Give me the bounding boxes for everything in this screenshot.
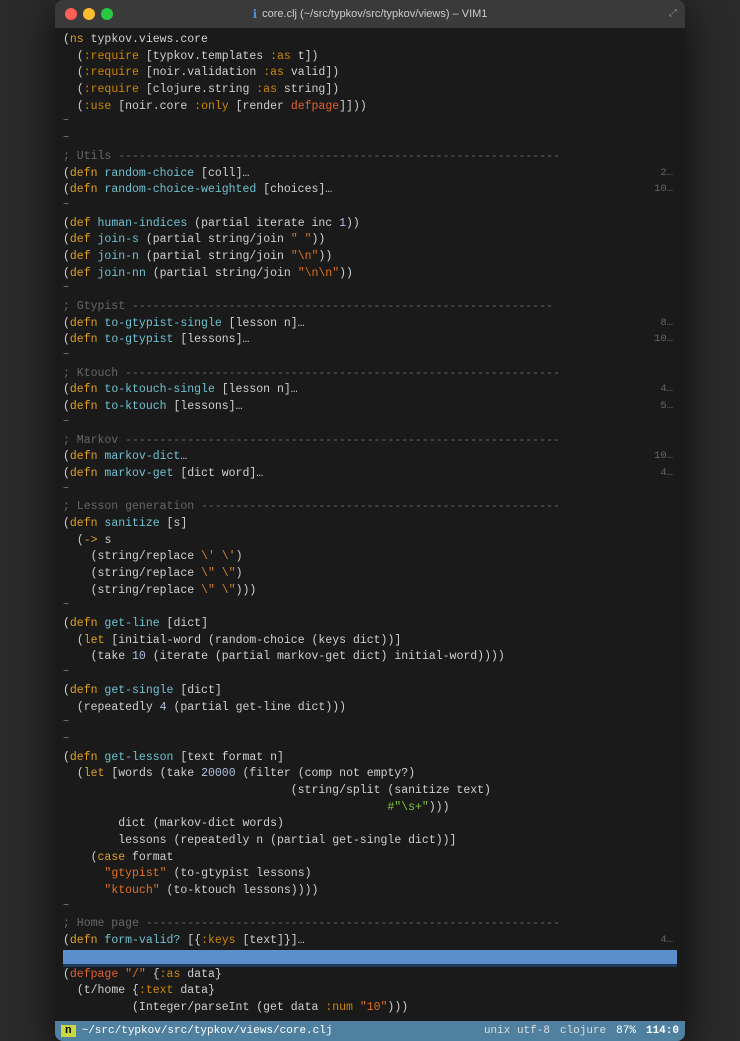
comment-lesson-gen: ; Lesson generation --------------------… xyxy=(63,499,677,516)
code-to-ktouch-single: (defn to-ktouch-single [lesson n]… 4… xyxy=(63,382,677,399)
code-markov-get: (defn markov-get [dict word]… 4… xyxy=(63,466,677,483)
file-icon: ℹ xyxy=(253,7,258,21)
window-title: ℹ core.clj (~/src/typkov/src/typkov/view… xyxy=(253,7,488,21)
tilde-4: ~ xyxy=(63,282,677,299)
tilde-3: ~ xyxy=(63,199,677,216)
code-line-2: (:require [typkov.templates :as t]) xyxy=(63,49,677,66)
expand-icon[interactable]: ⤢ xyxy=(669,8,677,20)
titlebar: ℹ core.clj (~/src/typkov/src/typkov/view… xyxy=(55,0,685,28)
code-get-single-body: (repeatedly 4 (partial get-line dict))) xyxy=(63,700,677,717)
code-random-choice-weighted: (defn random-choice-weighted [choices]… … xyxy=(63,182,677,199)
code-replace-1: (string/replace \' \') xyxy=(63,549,677,566)
code-to-ktouch: (defn to-ktouch [lessons]… 5… xyxy=(63,399,677,416)
tilde-10: ~ xyxy=(63,716,677,733)
code-to-gtypist: (defn to-gtypist [lessons]… 10… xyxy=(63,332,677,349)
code-blank-line xyxy=(63,950,677,967)
code-markov-dict: (defn markov-dict… 10… xyxy=(63,449,677,466)
tilde-9: ~ xyxy=(63,666,677,683)
code-get-lesson-let2: (string/split (sanitize text) xyxy=(63,783,677,800)
editor-area[interactable]: (ns typkov.views.core (:require [typkov.… xyxy=(55,28,685,1021)
tilde-2: ~ xyxy=(63,132,677,149)
code-join-nn: (def join-nn (partial string/join "\n\n"… xyxy=(63,266,677,283)
status-filepath: ~/src/typkov/src/typkov/views/core.clj xyxy=(82,1025,484,1037)
code-get-lesson-let1: (let [words (take 20000 (filter (comp no… xyxy=(63,766,677,783)
tilde-1: ~ xyxy=(63,115,677,132)
minimize-button[interactable] xyxy=(83,8,95,20)
traffic-lights xyxy=(65,8,113,20)
tilde-12: ~ xyxy=(63,900,677,917)
code-human-indices: (def human-indices (partial iterate inc … xyxy=(63,216,677,233)
code-join-n: (def join-n (partial string/join "\n")) xyxy=(63,249,677,266)
code-get-line-let: (let [initial-word (random-choice (keys … xyxy=(63,633,677,650)
status-encoding: unix utf-8 xyxy=(484,1025,550,1037)
status-filetype: clojure xyxy=(560,1025,606,1037)
code-replace-3: (string/replace \" \"))) xyxy=(63,583,677,600)
code-line-5: (:use [noir.core :only [render defpage]]… xyxy=(63,99,677,116)
code-t-home: (t/home {:text data} xyxy=(63,983,677,1000)
code-content: (ns typkov.views.core (:require [typkov.… xyxy=(55,32,685,1017)
code-get-lesson-dict: dict (markov-dict words) xyxy=(63,816,677,833)
status-cursor-pos: 114:0 xyxy=(646,1025,679,1037)
code-get-lesson-def: (defn get-lesson [text format n] xyxy=(63,750,677,767)
vim-window: ℹ core.clj (~/src/typkov/src/typkov/view… xyxy=(55,0,685,1041)
code-replace-2: (string/replace \" \") xyxy=(63,566,677,583)
code-sanitize-def: (defn sanitize [s] xyxy=(63,516,677,533)
comment-markov: ; Markov -------------------------------… xyxy=(63,433,677,450)
tilde-8: ~ xyxy=(63,599,677,616)
code-get-lesson-let3: #"\s+"))) xyxy=(63,800,677,817)
tilde-5: ~ xyxy=(63,349,677,366)
code-defpage: (defpage "/" {:as data} xyxy=(63,967,677,984)
maximize-button[interactable] xyxy=(101,8,113,20)
comment-gtypist: ; Gtypist ------------------------------… xyxy=(63,299,677,316)
tilde-6: ~ xyxy=(63,416,677,433)
code-arrow: (-> s xyxy=(63,533,677,550)
code-join-s: (def join-s (partial string/join " ")) xyxy=(63,232,677,249)
code-get-line-def: (defn get-line [dict] xyxy=(63,616,677,633)
code-get-lesson-case: (case format xyxy=(63,850,677,867)
code-random-choice: (defn random-choice [coll]… 2… xyxy=(63,166,677,183)
code-to-gtypist-single: (defn to-gtypist-single [lesson n]… 8… xyxy=(63,316,677,333)
code-form-valid: (defn form-valid? [{:keys [text]}]… 4… xyxy=(63,933,677,950)
close-button[interactable] xyxy=(65,8,77,20)
comment-home-page: ; Home page ----------------------------… xyxy=(63,916,677,933)
status-scroll-percent: 87% xyxy=(616,1025,636,1037)
code-get-lesson-ktouch: "ktouch" (to-ktouch lessons)))) xyxy=(63,883,677,900)
tilde-7: ~ xyxy=(63,483,677,500)
code-line-1: (ns typkov.views.core xyxy=(63,32,677,49)
code-get-line-take: (take 10 (iterate (partial markov-get di… xyxy=(63,649,677,666)
code-line-3: (:require [noir.validation :as valid]) xyxy=(63,65,677,82)
code-get-lesson-gtypist: "gtypist" (to-gtypist lessons) xyxy=(63,866,677,883)
code-integer-parse: (Integer/parseInt (get data :num "10"))) xyxy=(63,1000,677,1017)
code-get-single-def: (defn get-single [dict] xyxy=(63,683,677,700)
vim-mode: n xyxy=(61,1025,76,1037)
tilde-11: ~ xyxy=(63,733,677,750)
status-right-info: unix utf-8 clojure 87% 114:0 xyxy=(484,1025,679,1037)
code-get-lesson-lessons: lessons (repeatedly n (partial get-singl… xyxy=(63,833,677,850)
comment-ktouch: ; Ktouch -------------------------------… xyxy=(63,366,677,383)
status-bar: n ~/src/typkov/src/typkov/views/core.clj… xyxy=(55,1021,685,1041)
comment-utils: ; Utils --------------------------------… xyxy=(63,149,677,166)
code-line-4: (:require [clojure.string :as string]) xyxy=(63,82,677,99)
